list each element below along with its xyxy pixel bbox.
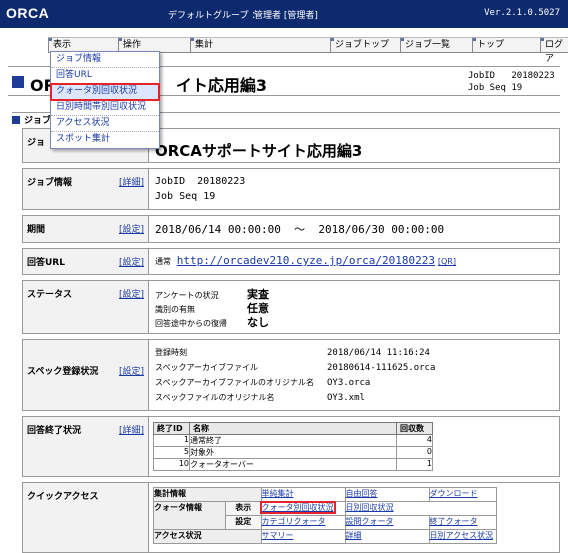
job-info-table: ジョ ORCAサポートサイト応用編3 ジョブ情報 [詳細] JobID 20180…	[22, 128, 560, 553]
section-square-icon	[12, 116, 20, 124]
qa-free-answer-link[interactable]: 自由回答	[346, 489, 378, 498]
url-setting-link[interactable]: [設定]	[119, 255, 144, 268]
heading-jobseq: Job Seq 19	[468, 83, 523, 93]
row-quick-access: クイックアクセス 集計情報 単純集計 自由回答 ダウンロード クォータ情報 表示…	[22, 482, 560, 553]
row-period: 期間 [設定] 2018/06/14 00:00:00 ～ 2018/06/30 …	[22, 215, 560, 243]
qa-daily-access-link[interactable]: 日別アクセス状況	[430, 531, 494, 540]
menu-aggregate[interactable]: 集計	[190, 37, 330, 53]
table-row: 1 通常終了 4	[153, 434, 433, 447]
dropdown-item-quota-status[interactable]: クォータ別回収状況	[50, 83, 160, 101]
value-spec: 登録時刻 2018/06/14 11:16:24 スペックアーカイブファイル 201…	[148, 339, 560, 411]
menu-job-top[interactable]: ジョブトップ	[330, 37, 400, 53]
period-setting-link[interactable]: [設定]	[119, 222, 144, 235]
version-label: Ver.2.1.0.5027	[484, 8, 560, 18]
value-status: アンケートの状況 実査 識別の有無 任意 回答途中からの復帰 なし	[148, 280, 560, 334]
dropdown-item-spot-agg[interactable]: スポット集計	[51, 132, 159, 148]
spec-setting-link[interactable]: [設定]	[119, 364, 144, 377]
group-label: デフォルトグループ ：	[168, 11, 261, 21]
value-answer-url: 通常 http://orcadev210.cyze.jp/orca/201802…	[148, 248, 560, 275]
dropdown-item-access-status[interactable]: アクセス状況	[51, 116, 159, 132]
section-label: ジョブ	[24, 116, 52, 126]
dropdown-item-job-info[interactable]: ジョブ情報	[51, 52, 159, 68]
answer-url-link[interactable]: http://orcadev210.cyze.jp/orca/20180223	[177, 254, 435, 267]
table-row: 10 クォータオーバー 1	[153, 458, 433, 471]
qa-summary-link[interactable]: サマリー	[262, 531, 294, 540]
orca-logo[interactable]: ORCA	[6, 5, 49, 21]
value-quick-access: 集計情報 単純集計 自由回答 ダウンロード クォータ情報 表示 クォータ別回収状…	[148, 482, 560, 553]
row-spec: スペック登録状況 [設定] 登録時刻 2018/06/14 11:16:24 スペッ…	[22, 339, 560, 411]
end-status-detail-link[interactable]: [詳細]	[119, 423, 144, 436]
dropdown-item-answer-url[interactable]: 回答URL	[51, 68, 159, 84]
user-label: 管理者 [管理者]	[254, 11, 318, 21]
qa-detail-link[interactable]: 詳細	[346, 531, 362, 540]
end-status-table: 終了ID 名称 回収数 1 通常終了 4 5 対象外 0 10 クォータオーバー 1	[153, 422, 433, 471]
menu-top[interactable]: トップ	[472, 37, 540, 53]
qa-display-label: 表示	[225, 501, 262, 516]
row-answer-url: 回答URL [設定] 通常 http://orcadev210.cyze.jp/o…	[22, 248, 560, 275]
qa-download-link[interactable]: ダウンロード	[430, 489, 478, 498]
heading-jobid: JobID 20180223	[468, 71, 555, 81]
label-period: 期間 [設定]	[22, 215, 149, 243]
label-spec: スペック登録状況 [設定]	[22, 339, 149, 411]
qa-simple-agg-link[interactable]: 単純集計	[262, 489, 294, 498]
qa-end-quota-link[interactable]: 終了クォータ	[430, 517, 478, 526]
row-end-status: 回答終了状況 [詳細] 終了ID 名称 回収数 1 通常終了 4 5 対象外 0 10 クォータ…	[22, 416, 560, 477]
label-quick-access: クイックアクセス	[22, 482, 149, 553]
qa-quota-header: クォータ情報	[153, 501, 226, 530]
top-bar: ORCA デフォルトグループ ： 管理者 [管理者] Ver.2.1.0.502…	[0, 0, 568, 28]
qa-category-quota-link[interactable]: カテゴリクォータ	[262, 517, 326, 526]
value-job-name: ORCAサポートサイト応用編3	[148, 128, 560, 163]
qr-link[interactable]: [QR]	[438, 257, 456, 266]
job-info-detail-link[interactable]: [詳細]	[119, 175, 144, 188]
row-status: ステータス [設定] アンケートの状況 実査 識別の有無 任意 回答途中からの復帰 なし	[22, 280, 560, 334]
value-end-status: 終了ID 名称 回収数 1 通常終了 4 5 対象外 0 10 クォータオーバー 1	[148, 416, 560, 477]
value-job-info: JobID 20180223 Job Seq 19	[148, 168, 560, 210]
display-dropdown: ジョブ情報 回答URL クォータ別回収状況 日別時間帯別回収状況 アクセス状況 …	[50, 51, 160, 149]
label-answer-url: 回答URL [設定]	[22, 248, 149, 275]
label-end-status: 回答終了状況 [詳細]	[22, 416, 149, 477]
qa-agg-header: 集計情報	[153, 487, 262, 502]
qa-daily-status-link[interactable]: 日別回収状況	[346, 503, 394, 512]
qa-quota-status-link[interactable]: クォータ別回収状況	[259, 501, 336, 514]
table-row: 5 対象外 0	[153, 446, 433, 459]
row-job-info: ジョブ情報 [詳細] JobID 20180223 Job Seq 19	[22, 168, 560, 210]
qa-question-quota-link[interactable]: 設問クォータ	[346, 517, 394, 526]
menu-job-list[interactable]: ジョブ一覧	[400, 37, 472, 53]
quick-access-table: 集計情報 単純集計 自由回答 ダウンロード クォータ情報 表示 クォータ別回収状…	[153, 487, 497, 544]
value-period: 2018/06/14 00:00:00 ～ 2018/06/30 00:00:0…	[148, 215, 560, 243]
label-status: ステータス [設定]	[22, 280, 149, 334]
dropdown-item-daily-hourly[interactable]: 日別時間帯別回収状況	[51, 100, 159, 116]
heading-square-icon	[12, 76, 24, 88]
qa-access-header: アクセス状況	[153, 529, 262, 544]
menu-logout[interactable]: ログア	[540, 37, 568, 64]
status-setting-link[interactable]: [設定]	[119, 287, 144, 300]
qa-setting-label: 設定	[225, 515, 262, 530]
label-job-info: ジョブ情報 [詳細]	[22, 168, 149, 210]
